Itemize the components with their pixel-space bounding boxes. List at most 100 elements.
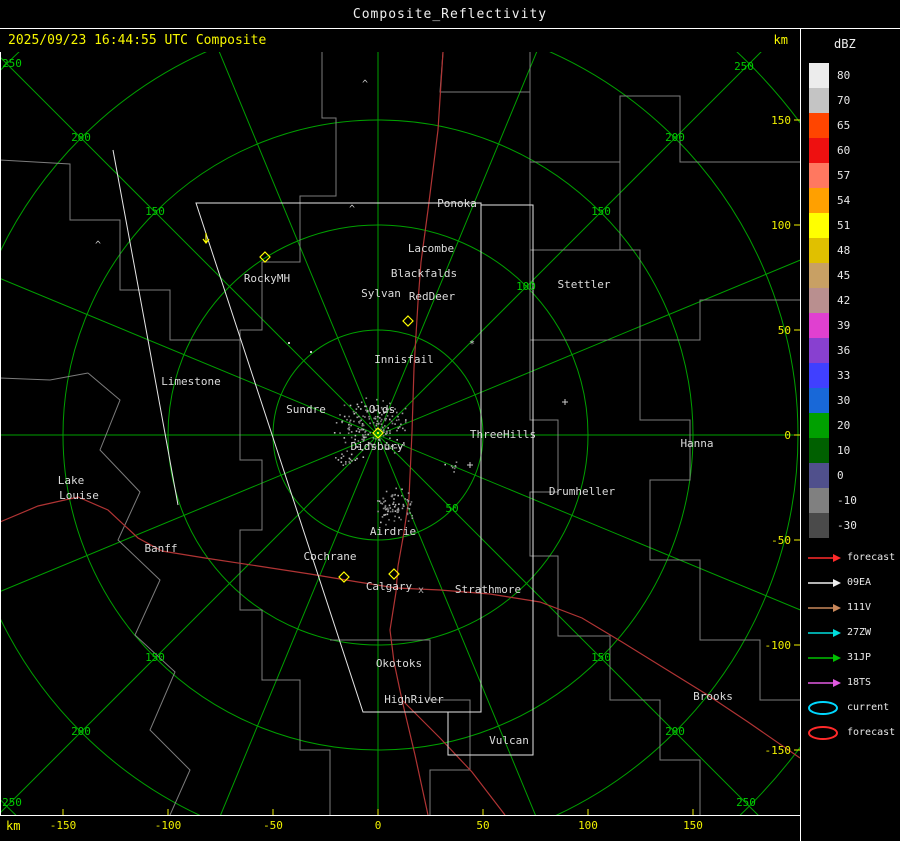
map-left-border [0,52,1,815]
scale-value-label: 70 [837,94,851,107]
color-swatch [809,413,829,438]
range-label: 150 [591,205,611,218]
color-scale-row: 36 [801,338,900,363]
range-label: 250 [734,60,754,73]
city-label: Airdrie [370,525,416,538]
right-axis: 150 100 50 0 -50 -100 -150 [62,114,800,815]
city-label: ThreeHills [470,428,536,441]
color-scale-row: -30 [801,513,900,538]
radar-map-canvas: 100 150 200 250 150 200 250 150 200 250 50 150 200 25… [0,52,800,815]
color-scale-row: 42 [801,288,900,313]
color-scale-row: 80 [801,63,900,88]
color-scale-row: 33 [801,363,900,388]
city-label: RedDeer [409,290,456,303]
city-label: Limestone [161,375,221,388]
range-label: 100 [516,280,536,293]
color-swatch [809,363,829,388]
range-label: 250 [2,796,22,809]
bottom-axis-tick-label: -50 [263,819,283,832]
color-scale-row: 51 [801,213,900,238]
color-scale-row: 57 [801,163,900,188]
legend-item: 31JP [801,645,900,670]
storm-vector-arrow-icon [808,678,841,687]
scale-value-label: 30 [837,394,851,407]
color-swatch [809,338,829,363]
city-label: Strathmore [455,583,521,596]
color-swatch [809,263,829,288]
bottom-axis-tick-label: -100 [154,819,182,832]
range-label: 250 [736,796,756,809]
color-swatch [809,488,829,513]
legend-label: current [847,702,890,713]
scale-value-label: 33 [837,369,851,382]
color-scale-row: 10 [801,438,900,463]
legend-label: forecast [847,552,896,563]
color-scale-row: 30 [801,388,900,413]
bottom-axis-tick-label: 150 [683,819,703,832]
bottom-axis-unit-label: km [6,819,21,833]
storm-vector-arrow-icon [808,553,841,562]
color-swatch [809,388,829,413]
color-swatch [809,163,829,188]
city-label: Blackfalds [391,267,457,280]
city-label: Ponoka [437,197,477,210]
color-swatch [809,88,829,113]
storm-vector-legend: forecast 09EA 111V 27ZW 31JP 18TS current forec… [801,545,900,745]
bottom-axis-tick-label: 0 [374,819,382,832]
range-label: 200 [71,725,91,738]
color-scale-row: 48 [801,238,900,263]
caret-marker-icon: ^ [349,204,355,215]
dbz-color-scale: 80 70 65 60 57 54 51 48 45 42 39 36 33 30 20 10 0 -10 -30 [801,63,900,538]
storm-vector-arrow-icon [808,628,841,637]
window-title: Composite_Reflectivity [352,6,548,22]
color-scale-row: 0 [801,463,900,488]
scale-value-label: 45 [837,269,851,282]
window-titlebar: Composite_Reflectivity [0,0,900,28]
legend-label: 31JP [847,652,872,663]
bottom-axis-tick-label: 50 [476,819,490,832]
right-axis-tick-label: 100 [771,219,791,232]
city-label: Stettler [558,278,611,291]
color-scale-row: 65 [801,113,900,138]
color-swatch [809,138,829,163]
bottom-axis-tick-label: 100 [578,819,598,832]
scale-value-label: -10 [837,494,857,507]
range-label: 150 [145,205,165,218]
legend-item: 111V [801,595,900,620]
timestamp-label: 2025/09/23 16:44:55 UTC Composite [8,33,267,48]
right-axis-tick-label: 50 [778,324,791,337]
radar-application-window: Composite_Reflectivity 2025/09/23 16:44:… [0,0,900,841]
caret-marker-icon: ^ [95,240,101,251]
color-scale-row: -10 [801,488,900,513]
range-label: 150 [591,651,611,664]
color-scale-row: 20 [801,413,900,438]
right-axis-tick-label: 0 [784,429,791,442]
legend-label: forecast [847,727,896,738]
scale-value-label: 51 [837,219,851,232]
right-axis-unit-label: km [773,33,788,47]
radar-echoes [333,397,458,526]
down-arrow-icon [202,233,210,244]
color-swatch [809,463,829,488]
city-label: Banff [144,542,177,555]
city-label: Okotoks [376,657,422,670]
storm-vector-arrow-icon [808,603,841,612]
color-swatch [809,188,829,213]
color-swatch [809,238,829,263]
color-swatch [809,113,829,138]
city-label: Hanna [680,437,713,450]
scale-value-label: 36 [837,344,851,357]
site-markers: * x ^ ^ ^ [95,79,568,596]
dot-marker-icon [310,351,312,353]
color-scale-row: 70 [801,88,900,113]
city-label: Cochrane [304,550,357,563]
right-axis-tick-label: -50 [771,534,791,547]
city-labels: Ponoka Lacombe Blackfalds RedDeer Sylvan Rock… [58,197,733,747]
color-swatch [809,288,829,313]
city-label: Drumheller [549,485,616,498]
color-swatch [809,438,829,463]
scale-value-label: 20 [837,419,851,432]
color-swatch [809,313,829,338]
dot-marker-icon [288,342,290,344]
color-scale-row: 54 [801,188,900,213]
